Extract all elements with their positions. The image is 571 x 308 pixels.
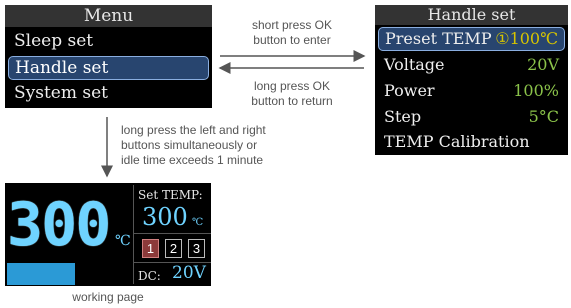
annotation-line: button to return [251,94,333,108]
return-annotation: long press OK button to return [222,79,362,109]
annotation-line: short press OK [251,18,333,32]
annotation-line: idle time exceeds 1 minute [121,153,264,167]
annotation-line: long press OK [253,79,331,93]
annotation-line: button to enter [253,33,331,47]
working-page-caption: working page [72,290,144,304]
annotation-line: buttons simultaneously or [121,138,258,152]
enter-annotation: short press OK button to enter [222,18,362,48]
annotation-line: long press the left and right [121,123,266,137]
down-annotation: long press the left and right buttons si… [121,123,321,168]
